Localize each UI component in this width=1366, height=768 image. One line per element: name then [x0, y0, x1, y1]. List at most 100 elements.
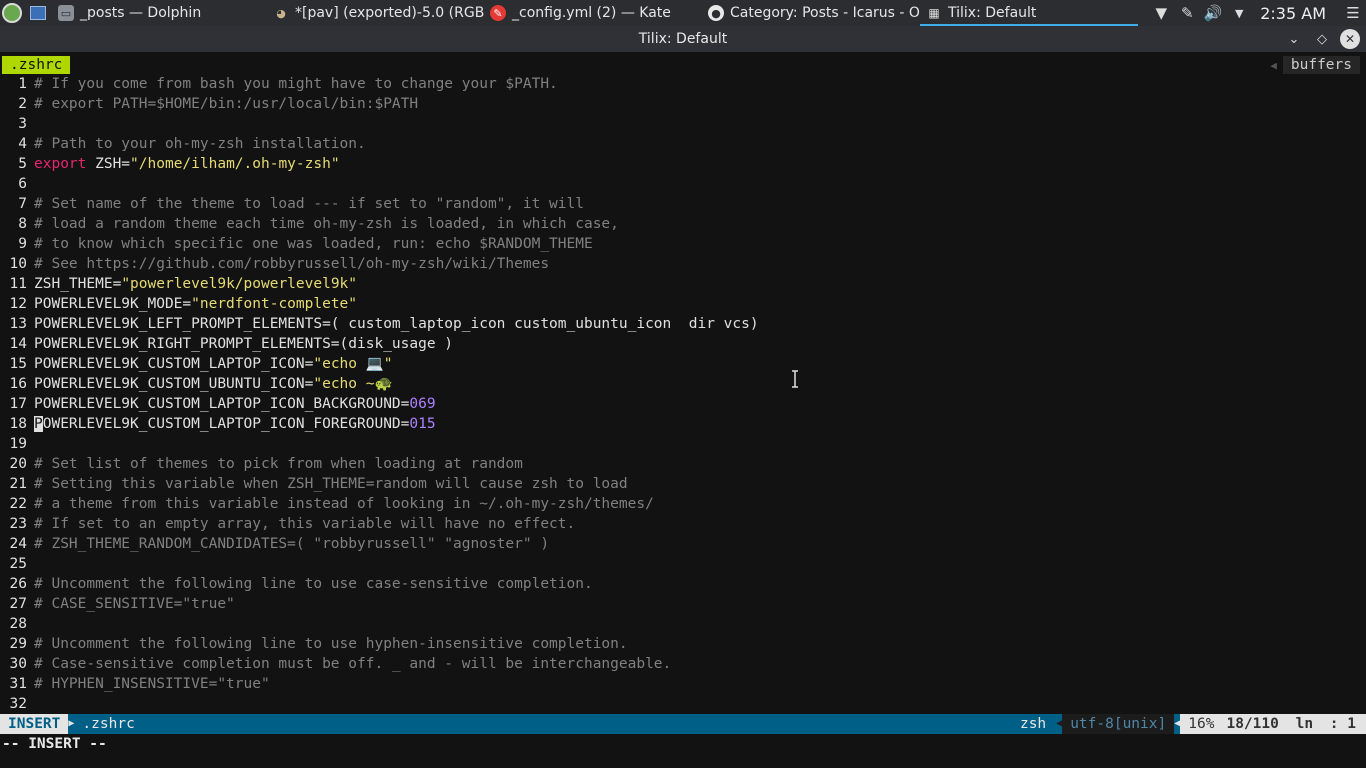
token: # HYPHEN_INSENSITIVE="true" [34, 676, 270, 692]
browser-icon: ● [708, 5, 724, 21]
line-text: # Set name of the theme to load --- if s… [30, 194, 584, 214]
clock[interactable]: 2:35 AM [1260, 4, 1326, 23]
code-line[interactable]: 18 POWERLEVEL9K_CUSTOM_LAPTOP_ICON_FOREGR… [0, 414, 1366, 434]
token: # Case-sensitive completion must be off.… [34, 656, 672, 672]
line-number: 32 [9, 696, 27, 712]
buffers-label: buffers [1282, 56, 1360, 74]
kate-icon: ✎ [490, 5, 506, 21]
line-text [30, 114, 34, 134]
code-line[interactable]: 20 # Set list of themes to pick from when… [0, 454, 1366, 474]
line-text: POWERLEVEL9K_CUSTOM_LAPTOP_ICON_BACKGROU… [30, 394, 436, 414]
line-text: POWERLEVEL9K_MODE="nerdfont-complete" [30, 294, 357, 314]
buffer-tab[interactable]: .zshrc [2, 56, 71, 74]
token: "nerdfont-complete" [191, 296, 358, 312]
token: POWERLEVEL9K_LEFT_PROMPT_ELEMENTS=( cust… [34, 316, 759, 332]
code-line[interactable]: 31 # HYPHEN_INSENSITIVE="true" [0, 674, 1366, 694]
line-number: 3 [18, 116, 27, 132]
desktop-pager-button[interactable] [28, 4, 48, 22]
taskbar: ▭ _posts — Dolphin ◕ *[pav] (exported)-5… [0, 0, 1366, 26]
app-launcher-button[interactable] [0, 1, 24, 25]
line-text [30, 554, 34, 574]
code-line[interactable]: 13 POWERLEVEL9K_LEFT_PROMPT_ELEMENTS=( cu… [0, 314, 1366, 334]
volume-icon[interactable]: 🔊 [1200, 4, 1226, 22]
maximize-button[interactable]: ◇ [1312, 29, 1332, 49]
gimp-icon: ◕ [276, 6, 286, 20]
line-number: 2 [18, 96, 27, 112]
line-text: # a theme from this variable instead of … [30, 494, 654, 514]
task-browser[interactable]: ● Category: Posts - Icarus - Ope... [702, 0, 920, 26]
code-line[interactable]: 8 # load a random theme each time oh-my-z… [0, 214, 1366, 234]
wifi-icon[interactable]: ▼ [1148, 4, 1174, 22]
code-line[interactable]: 25 [0, 554, 1366, 574]
code-line[interactable]: 14 POWERLEVEL9K_RIGHT_PROMPT_ELEMENTS=(di… [0, 334, 1366, 354]
line-text: export ZSH="/home/ilham/.oh-my-zsh" [30, 154, 340, 174]
code-line[interactable]: 11 ZSH_THEME="powerlevel9k/powerlevel9k" [0, 274, 1366, 294]
line-text [30, 614, 34, 634]
line-text: # load a random theme each time oh-my-zs… [30, 214, 619, 234]
task-kate[interactable]: ✎ _config.yml (2) — Kate [484, 0, 702, 26]
code-line[interactable]: 22 # a theme from this variable instead o… [0, 494, 1366, 514]
code-line[interactable]: 2 # export PATH=$HOME/bin:/usr/local/bin:… [0, 94, 1366, 114]
code-line[interactable]: 32 [0, 694, 1366, 714]
code-line[interactable]: 28 [0, 614, 1366, 634]
code-line[interactable]: 27 # CASE_SENSITIVE="true" [0, 594, 1366, 614]
folder-icon: ▭ [58, 5, 74, 21]
token: # CASE_SENSITIVE="true" [34, 596, 235, 612]
vim-statusline: INSERT ▶ .zshrc zsh ◀ utf-8[unix] ◀ 16% … [0, 714, 1366, 734]
code-line[interactable]: 24 # ZSH_THEME_RANDOM_CANDIDATES=( "robby… [0, 534, 1366, 554]
line-number: 14 [9, 336, 27, 352]
paperclip-icon[interactable]: ✎ [1174, 4, 1200, 22]
task-dolphin[interactable]: ▭ _posts — Dolphin [52, 0, 267, 26]
code-line[interactable]: 17 POWERLEVEL9K_CUSTOM_LAPTOP_ICON_BACKGR… [0, 394, 1366, 414]
task-label: Category: Posts - Icarus - Ope... [730, 5, 920, 21]
editor-text-area[interactable]: 1 # If you come from bash you might have … [0, 74, 1366, 714]
code-line[interactable]: 5 export ZSH="/home/ilham/.oh-my-zsh" [0, 154, 1366, 174]
code-line[interactable]: 1 # If you come from bash you might have … [0, 74, 1366, 94]
token: POWERLEVEL9K_CUSTOM_LAPTOP_ICON_BACKGROU… [34, 396, 410, 412]
task-label: _posts — Dolphin [80, 5, 202, 21]
ln-label: ln [1295, 716, 1314, 732]
menu-icon[interactable]: ☰ [1340, 4, 1366, 22]
line-text: POWERLEVEL9K_CUSTOM_UBUNTU_ICON="echo ~🐢 [30, 374, 393, 394]
window-title: Tilix: Default [638, 31, 728, 47]
line-number: 20 [9, 456, 27, 472]
task-tilix[interactable]: ▦ Tilix: Default [920, 0, 1138, 26]
line-number: 29 [9, 636, 27, 652]
code-line[interactable]: 23 # If set to an empty array, this varia… [0, 514, 1366, 534]
tray-expand-icon[interactable]: ▼ [1226, 7, 1252, 20]
token: # a theme from this variable instead of … [34, 496, 654, 512]
code-line[interactable]: 3 [0, 114, 1366, 134]
code-line[interactable]: 4 # Path to your oh-my-zsh installation. [0, 134, 1366, 154]
line-number: 18 [9, 416, 27, 432]
code-line[interactable]: 26 # Uncomment the following line to use … [0, 574, 1366, 594]
code-line[interactable]: 12 POWERLEVEL9K_MODE="nerdfont-complete" [0, 294, 1366, 314]
window-titlebar[interactable]: Tilix: Default ⌄ ◇ ✕ [0, 26, 1366, 52]
token: # Set list of themes to pick from when l… [34, 456, 523, 472]
code-line[interactable]: 16 POWERLEVEL9K_CUSTOM_UBUNTU_ICON="echo … [0, 374, 1366, 394]
token: ZSH= [86, 156, 131, 172]
code-line[interactable]: 6 [0, 174, 1366, 194]
code-line[interactable]: 9 # to know which specific one was loaded… [0, 234, 1366, 254]
line-number: 27 [9, 596, 27, 612]
line-number: 6 [18, 176, 27, 192]
code-line[interactable]: 15 POWERLEVEL9K_CUSTOM_LAPTOP_ICON="echo … [0, 354, 1366, 374]
minimize-button[interactable]: ⌄ [1284, 29, 1304, 49]
line-number: 13 [9, 316, 27, 332]
code-line[interactable]: 19 [0, 434, 1366, 454]
token: 015 [409, 416, 436, 432]
line-text: ZSH_THEME="powerlevel9k/powerlevel9k" [30, 274, 357, 294]
line-number: 17 [9, 396, 27, 412]
token: # Set name of the theme to load --- if s… [34, 196, 584, 212]
token: # to know which specific one was loaded,… [34, 236, 593, 252]
close-button[interactable]: ✕ [1340, 29, 1360, 49]
code-line[interactable]: 30 # Case-sensitive completion must be of… [0, 654, 1366, 674]
status-filename: .zshrc [82, 716, 135, 732]
token: export [34, 156, 87, 172]
code-line[interactable]: 7 # Set name of the theme to load --- if … [0, 194, 1366, 214]
task-gimp[interactable]: ◕ *[pav] (exported)-5.0 (RGB col... [267, 0, 484, 26]
code-line[interactable]: 21 # Setting this variable when ZSH_THEME… [0, 474, 1366, 494]
line-text: POWERLEVEL9K_RIGHT_PROMPT_ELEMENTS=(disk… [30, 334, 453, 354]
terminal-view[interactable]: .zshrc ◀ buffers 1 # If you come from bas… [0, 52, 1366, 768]
code-line[interactable]: 29 # Uncomment the following line to use … [0, 634, 1366, 654]
code-line[interactable]: 10 # See https://github.com/robbyrussell/… [0, 254, 1366, 274]
